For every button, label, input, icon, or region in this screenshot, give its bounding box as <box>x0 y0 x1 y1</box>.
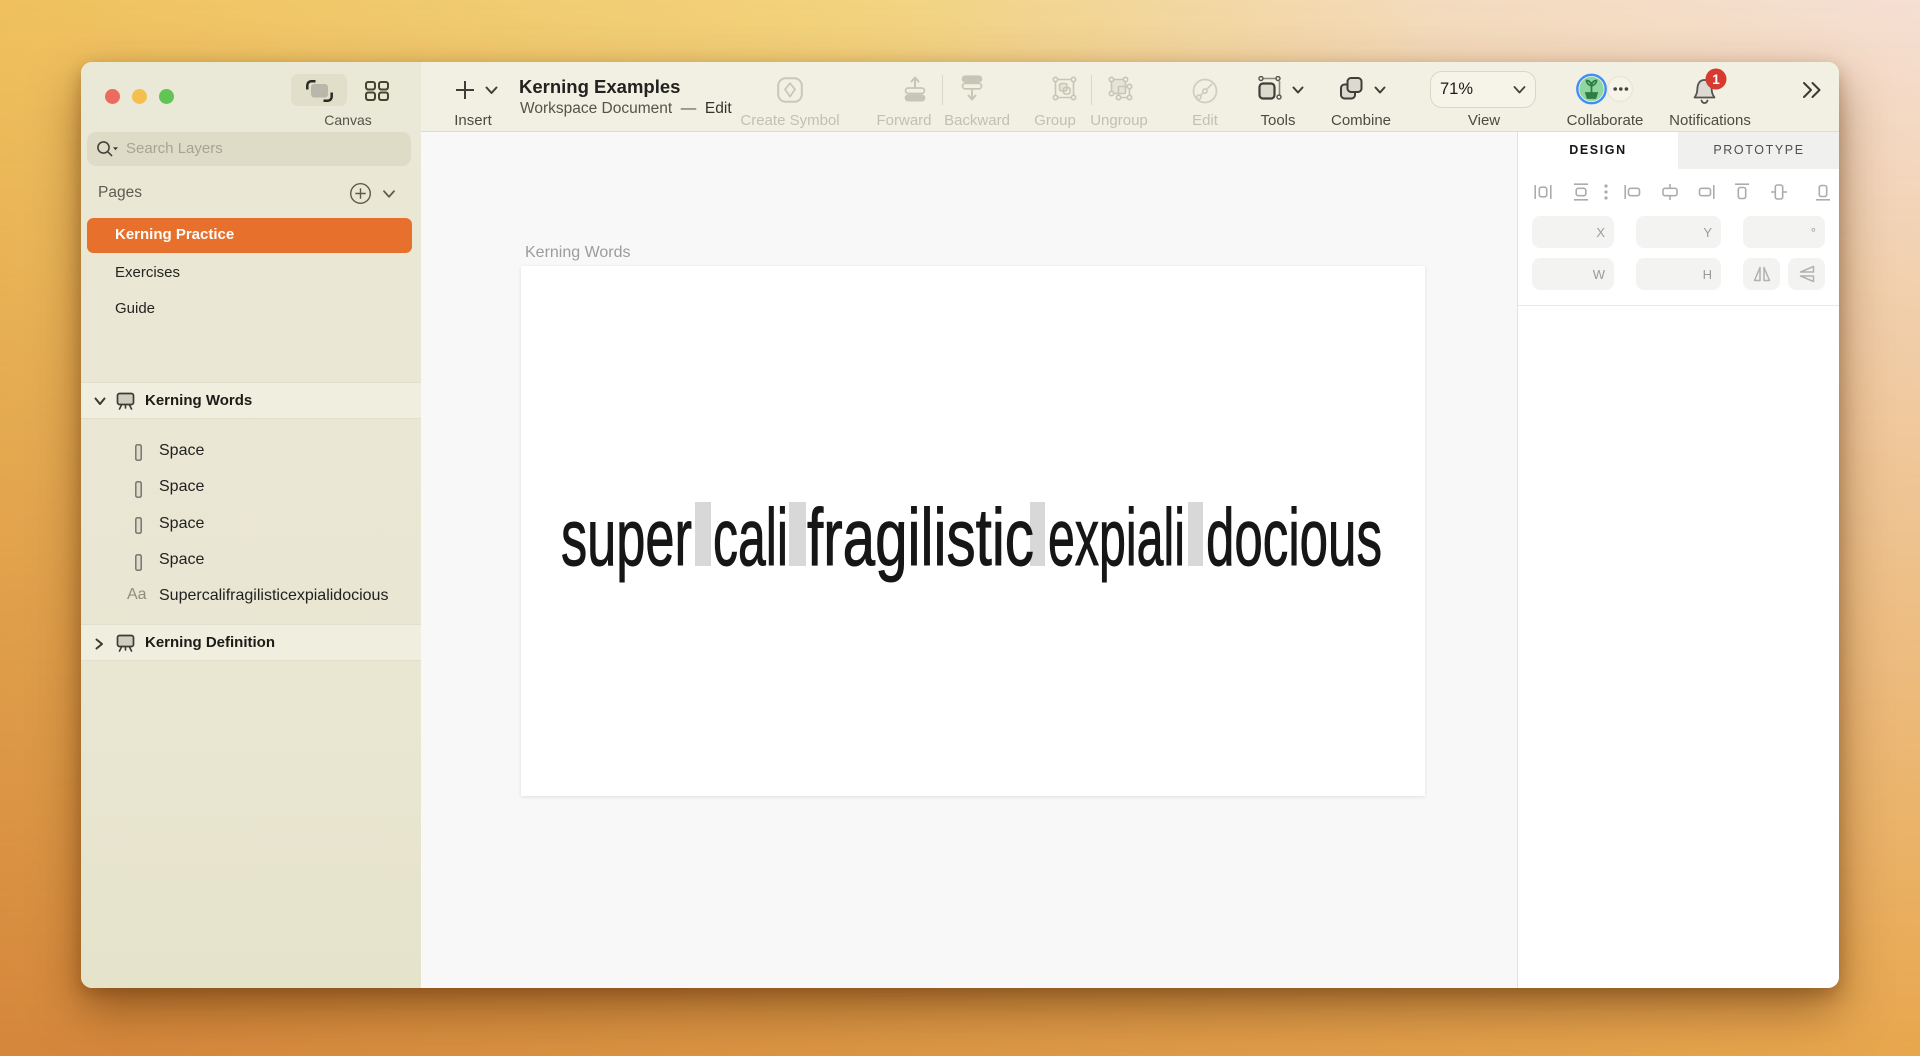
svg-text:1: 1 <box>1712 72 1720 87</box>
svg-text:cali: cali <box>713 494 788 583</box>
svg-text:docious: docious <box>1206 494 1382 583</box>
svg-text:fragilistic: fragilistic <box>807 494 1034 583</box>
svg-text:super: super <box>561 494 692 583</box>
svg-text:expiali: expiali <box>1048 494 1185 583</box>
